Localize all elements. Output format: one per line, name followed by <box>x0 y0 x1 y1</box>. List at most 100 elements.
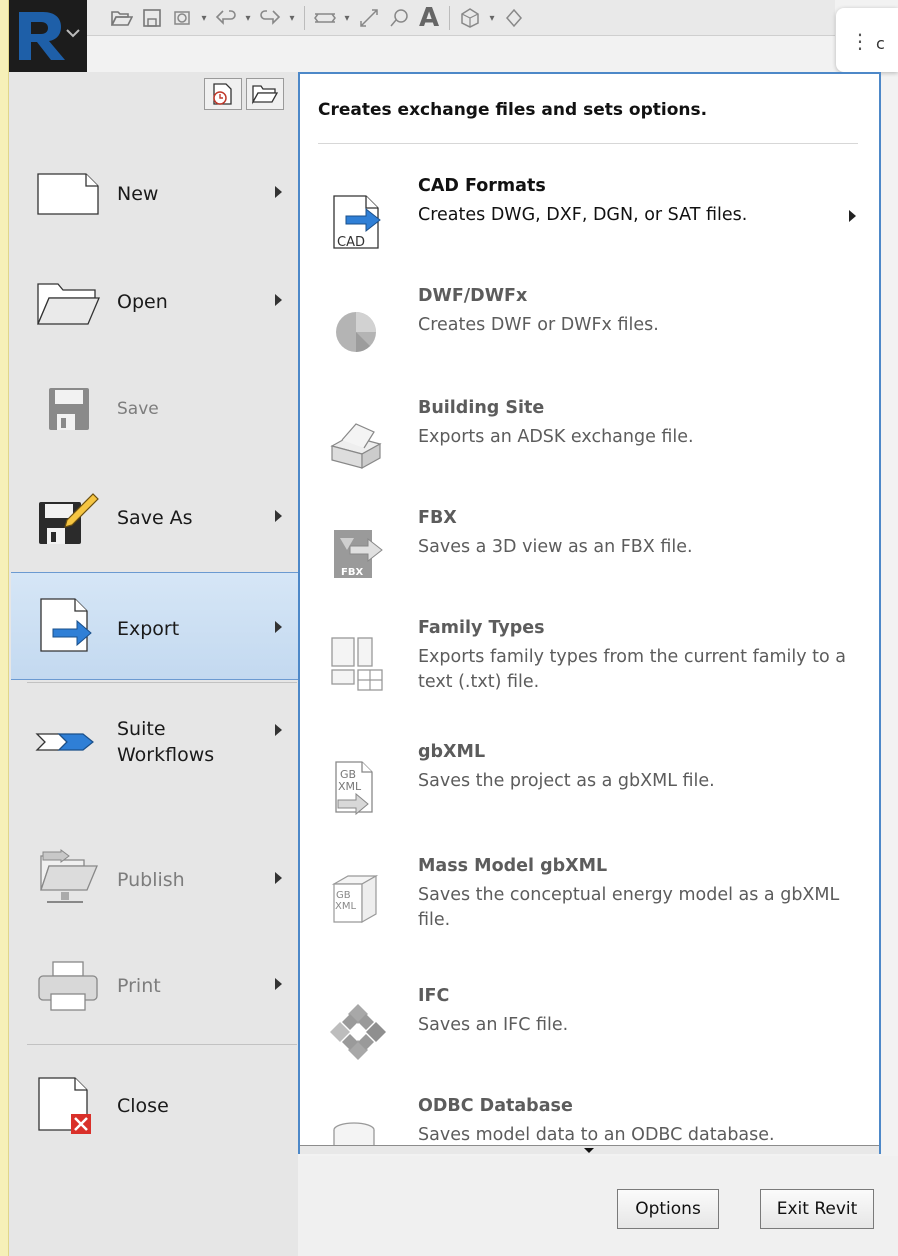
ifc-icon <box>330 1004 386 1060</box>
submenu-arrow-icon <box>275 872 282 884</box>
export-item-desc: Saves a 3D view as an FBX file. <box>418 537 693 557</box>
export-item-desc: Creates DWF or DWFx files. <box>418 315 659 335</box>
printer-icon <box>38 961 98 1011</box>
menu-item-export[interactable]: Export <box>11 572 298 680</box>
export-item-desc: Saves an IFC file. <box>418 1015 569 1035</box>
menu-item-label: Save As <box>117 507 193 529</box>
submenu-arrow-icon <box>275 510 282 522</box>
cut-off-text: c <box>876 34 885 53</box>
qat-icon-group: ▾ ▾ ▾ ▾ A ▾ <box>109 3 527 33</box>
submenu-arrow-icon <box>849 210 856 222</box>
export-item-building-site[interactable]: Building Site Exports an ADSK exchange f… <box>300 398 879 500</box>
menu-item-label: Close <box>117 1095 169 1117</box>
menu-footer: Options Exit Revit <box>298 1156 898 1256</box>
family-types-icon <box>331 637 383 691</box>
menu-item-label: Save <box>117 399 159 419</box>
menu-item-print[interactable]: Print <box>11 934 298 1036</box>
xml-icon-text: XML <box>335 901 356 912</box>
menu-item-publish[interactable]: Publish <box>11 828 298 930</box>
export-item-desc: Creates DWG, DXF, DGN, or SAT files. <box>418 205 748 225</box>
building-site-icon <box>330 423 382 470</box>
menu-item-label: New <box>117 183 159 205</box>
cad-formats-icon: CAD <box>333 195 381 250</box>
open-folder-icon <box>37 283 100 325</box>
menu-item-close[interactable]: Close <box>11 1054 298 1156</box>
toolbar-separator <box>449 6 450 30</box>
chevron-down-icon[interactable]: ▾ <box>342 13 352 24</box>
export-item-title: DWF/DWFx <box>418 286 528 306</box>
export-item-desc: Saves model data to an ODBC database. <box>418 1125 775 1145</box>
chevron-down-icon[interactable]: ▾ <box>243 13 253 24</box>
application-menu-button[interactable] <box>9 0 87 72</box>
fbx-icon-text: FBX <box>341 567 363 578</box>
chevron-down-icon[interactable]: ▾ <box>199 13 209 24</box>
menu-item-save[interactable]: Save <box>11 358 298 460</box>
gb-icon-text: GB <box>336 890 351 901</box>
dimension-icon[interactable] <box>356 5 382 31</box>
options-button[interactable]: Options <box>617 1189 719 1229</box>
tag-icon[interactable] <box>386 5 412 31</box>
export-item-title: Family Types <box>418 618 545 638</box>
export-item-title: gbXML <box>418 742 486 762</box>
revit-logo-icon <box>19 12 80 60</box>
menu-item-label: Print <box>117 975 161 997</box>
close-document-icon <box>38 1077 91 1134</box>
export-item-desc: Saves the project as a gbXML file. <box>418 771 715 791</box>
menu-separator <box>27 682 297 683</box>
export-item-title: Building Site <box>418 398 545 418</box>
fbx-icon: FBX <box>334 530 383 578</box>
label-line-2: Workflows <box>117 744 215 766</box>
recent-documents-button[interactable] <box>204 78 242 110</box>
measure-icon[interactable] <box>312 5 338 31</box>
open-folder-icon[interactable] <box>109 5 135 31</box>
menu-item-label: Open <box>117 291 168 313</box>
redo-icon[interactable] <box>257 5 283 31</box>
export-item-title: IFC <box>418 986 450 1006</box>
scroll-down-bar[interactable] <box>300 1145 879 1154</box>
menu-item-save-as[interactable]: Save As <box>11 466 298 568</box>
more-vertical-icon: ⋮ <box>850 29 870 53</box>
export-item-fbx[interactable]: FBX FBX Saves a 3D view as an FBX file. <box>300 508 879 610</box>
export-item-cad-formats[interactable]: CAD CAD Formats Creates DWG, DXF, DGN, o… <box>300 176 879 278</box>
text-icon[interactable]: A <box>416 3 442 33</box>
gbxml-icon: GB XML <box>335 761 373 816</box>
open-documents-button[interactable] <box>246 78 284 110</box>
chevron-down-icon[interactable]: ▾ <box>287 13 297 24</box>
export-item-title: CAD Formats <box>418 176 546 196</box>
export-item-ifc[interactable]: IFC Saves an IFC file. <box>300 986 879 1088</box>
3d-view-icon[interactable] <box>457 5 483 31</box>
section-icon[interactable] <box>501 5 527 31</box>
exit-revit-button[interactable]: Exit Revit <box>760 1189 874 1229</box>
recent-buttons <box>204 78 284 110</box>
submenu-arrow-icon <box>275 724 282 736</box>
menu-item-label: Publish <box>117 869 185 891</box>
export-item-family-types[interactable]: Family Types Exports family types from t… <box>300 618 879 730</box>
export-list[interactable]: CAD CAD Formats Creates DWG, DXF, DGN, o… <box>300 144 879 1145</box>
export-item-title: Mass Model gbXML <box>418 856 608 876</box>
menu-separator <box>27 1044 297 1045</box>
export-document-icon <box>40 598 92 652</box>
menu-item-new[interactable]: New <box>11 142 298 244</box>
chevron-down-icon[interactable]: ▾ <box>487 13 497 24</box>
export-item-dwf[interactable]: DWF/DWFx Creates DWF or DWFx files. <box>300 286 879 388</box>
menu-item-label: Suite Workflows <box>117 716 214 768</box>
quick-access-toolbar: ▾ ▾ ▾ ▾ A ▾ <box>9 0 835 36</box>
menu-item-open[interactable]: Open <box>11 250 298 352</box>
submenu-arrow-icon <box>275 621 282 633</box>
panel-heading: Creates exchange files and sets options. <box>318 100 708 120</box>
window-frame-edge <box>0 0 9 1256</box>
menu-item-label: Export <box>117 618 180 640</box>
more-options-button[interactable]: ⋮ c <box>836 8 898 72</box>
suite-workflows-icon <box>35 733 94 751</box>
undo-icon[interactable] <box>213 5 239 31</box>
submenu-arrow-icon <box>275 186 282 198</box>
export-item-mass-model-gbxml[interactable]: GB XML Mass Model gbXML Saves the concep… <box>300 856 879 966</box>
save-icon[interactable] <box>139 5 165 31</box>
dwf-sphere-icon <box>336 312 376 352</box>
export-item-odbc-database[interactable]: ODBC Database Saves model data to an ODB… <box>300 1096 879 1145</box>
sync-icon[interactable] <box>169 5 195 31</box>
menu-item-suite-workflows[interactable]: Suite Workflows <box>11 690 298 792</box>
floppy-disk-icon <box>49 388 89 430</box>
export-item-gbxml[interactable]: GB XML gbXML Saves the project as a gbXM… <box>300 742 879 844</box>
scroll-down-arrow-icon <box>584 1148 594 1153</box>
